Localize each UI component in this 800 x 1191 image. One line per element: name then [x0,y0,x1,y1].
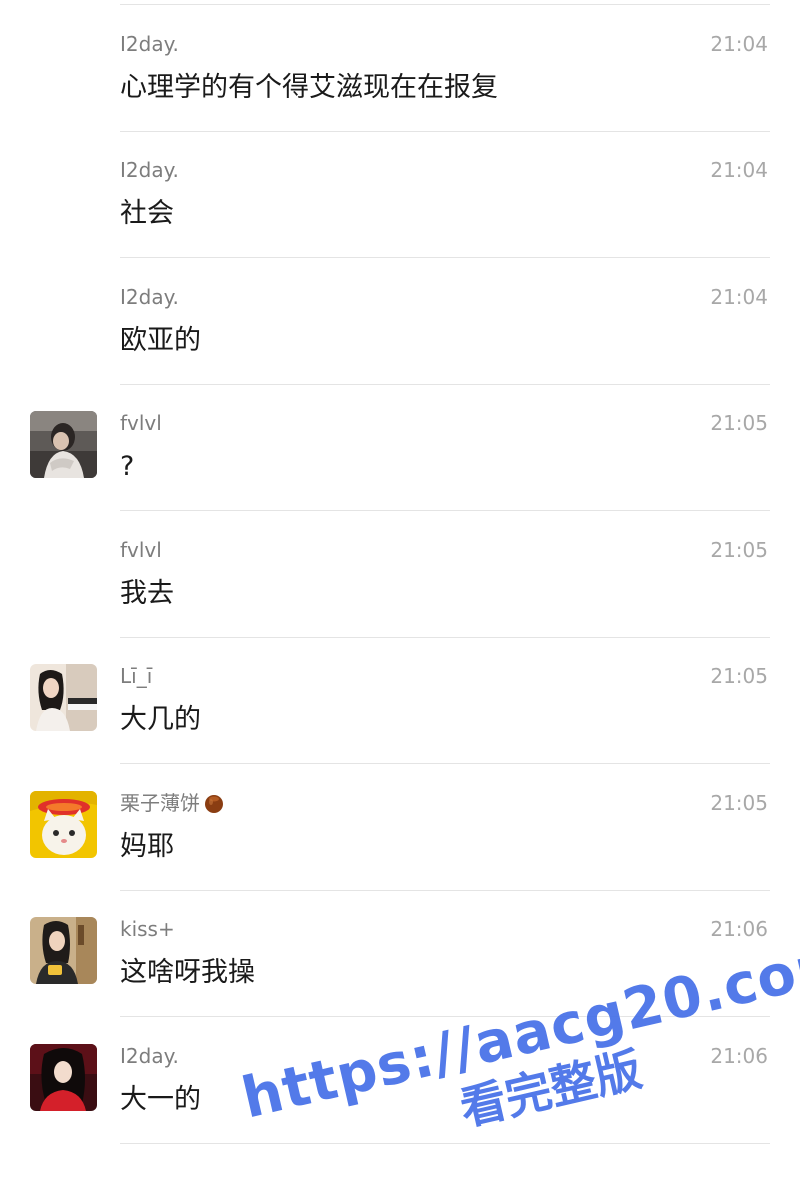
chat-message[interactable]: fvlvl 21:05 我去 [0,512,800,638]
sender-name: kiss+ [120,917,175,941]
divider [120,763,770,764]
message-text: 心理学的有个得艾滋现在在报复 [120,72,498,103]
chestnut-icon [205,795,223,813]
chat-message[interactable]: I2day. 21:04 心理学的有个得艾滋现在在报复 [0,6,800,132]
sender-name: I2day. [120,285,179,309]
chat-message[interactable]: Lī_ī 21:05 大几的 [0,638,800,764]
message-time: 21:05 [710,791,768,815]
chat-message[interactable]: fvlvl 21:05 ? [0,385,800,511]
divider [120,257,770,258]
message-text: 社会 [120,198,174,229]
user-photo-avatar-icon [30,664,97,731]
avatar[interactable] [30,791,97,858]
message-time: 21:04 [710,285,768,309]
sender-name: I2day. [120,158,179,182]
cartoon-cat-avatar-icon [30,791,97,858]
user-photo-avatar-icon [30,411,97,478]
message-text: 大几的 [120,704,201,735]
sender-name: fvlvl [120,538,162,562]
sender-name-text: 栗子薄饼 [120,791,200,815]
avatar[interactable] [30,1044,97,1111]
message-time: 21:05 [710,411,768,435]
message-time: 21:05 [710,664,768,688]
avatar[interactable] [30,917,97,984]
message-time: 21:04 [710,32,768,56]
message-text: 大一的 [120,1084,201,1115]
divider [120,510,770,511]
sender-name: I2day. [120,32,179,56]
message-text: ? [120,451,135,482]
message-text: 妈耶 [120,831,174,862]
divider [120,4,770,5]
avatar[interactable] [30,411,97,478]
message-time: 21:05 [710,538,768,562]
message-text: 欧亚的 [120,325,201,356]
user-photo-avatar-icon [30,917,97,984]
sender-name: I2day. [120,1044,179,1068]
sender-name: 栗子薄饼 [120,791,225,815]
divider [120,1143,770,1144]
message-time: 21:04 [710,158,768,182]
sender-name: Lī_ī [120,664,153,688]
avatar[interactable] [30,664,97,731]
chat-message[interactable]: I2day. 21:04 社会 [0,132,800,258]
message-text: 我去 [120,578,174,609]
sender-name: fvlvl [120,411,162,435]
user-photo-avatar-icon [30,1044,97,1111]
chat-message[interactable]: I2day. 21:04 欧亚的 [0,259,800,385]
